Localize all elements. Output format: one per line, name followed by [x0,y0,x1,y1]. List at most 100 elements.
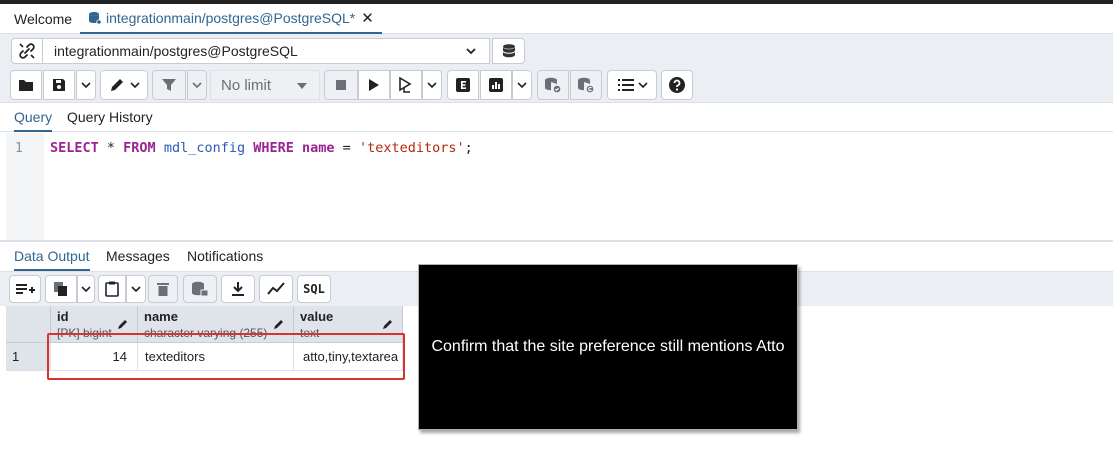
download-icon [232,282,244,296]
chevron-down-icon [129,82,140,89]
folder-icon [19,80,33,91]
chevron-down-icon [81,286,91,293]
view-sql-button[interactable]: SQL [297,275,331,303]
tab-welcome-label: Welcome [14,11,73,27]
row-number[interactable]: 1 [6,343,51,371]
commit-icon [545,77,561,93]
column-name: id [57,309,69,324]
chevron-down-icon [637,82,648,89]
delete-row-button[interactable] [148,275,178,303]
chevron-down-icon [192,82,202,89]
sql-star: * [98,140,124,156]
sql-keyword: WHERE [253,140,294,156]
tab-notifications[interactable]: Notifications [187,248,263,264]
help-icon [669,77,685,93]
sql-operator: = [334,140,359,156]
add-row-icon [16,284,35,294]
edit-menu-button[interactable] [100,70,148,100]
analyze-icon [489,78,503,92]
explain-options-dropdown[interactable] [512,70,532,100]
tab-query[interactable]: Query [14,109,53,132]
play-icon [369,79,379,91]
pencil-icon [382,317,394,333]
link-icon [19,43,35,59]
help-button[interactable] [661,70,693,100]
tab-query-tool-label: integrationmain/postgres@PostgreSQL* [106,10,356,26]
tab-query-history[interactable]: Query History [67,109,153,125]
database-icon [502,44,515,58]
save-data-button[interactable] [183,275,217,303]
line-chart-icon [267,282,285,295]
sql-column-name: name [302,140,335,156]
explain-analyze-button[interactable] [480,70,512,100]
trash-icon [157,283,169,296]
column-name: name [144,309,178,324]
chevron-down-icon [465,44,477,61]
execute-button[interactable] [358,70,390,100]
tab-strip: Welcome integrationmain/postgres@Postgre… [0,4,1113,34]
pencil-icon [117,317,129,333]
tab-query-tool[interactable]: integrationmain/postgres@PostgreSQL* ✕ [80,4,382,34]
line-number: 1 [15,141,23,156]
clipboard-icon [105,281,119,297]
execute-options-dropdown[interactable] [422,70,442,100]
chevron-down-icon [131,286,141,293]
rollback-icon [578,77,594,93]
editor-gutter: 1 [6,133,44,240]
close-icon[interactable]: ✕ [361,9,374,27]
sql-keyword: SELECT [50,140,99,156]
new-connection-button[interactable] [492,38,525,64]
sql-button-label: SQL [303,282,325,296]
commit-button[interactable] [537,70,569,100]
instruction-text: Confirm that the site preference still m… [431,338,785,355]
row-limit-value: No limit [221,76,272,94]
sql-keyword: FROM [123,140,156,156]
pencil-icon [110,79,123,91]
caret-down-icon [297,83,307,89]
pencil-icon [273,317,285,333]
paste-button[interactable] [98,275,126,303]
filter-options-dropdown[interactable] [187,70,207,100]
connection-select[interactable]: integrationmain/postgres@PostgreSQL [42,38,490,64]
query-panel-tabs: Query Query History [0,104,1113,132]
sql-table-name: mdl_config [163,140,246,156]
database-icon [88,11,102,25]
row-limit-select[interactable]: No limit [210,70,320,100]
query-toolbar: No limit [0,68,1113,103]
sql-code-line[interactable]: SELECT * FROM mdl_config WHERE name = 't… [50,140,473,156]
save-options-dropdown[interactable] [76,70,96,100]
tab-welcome[interactable]: Welcome [14,4,72,34]
explain-button[interactable] [447,70,479,100]
filter-button[interactable] [152,70,186,100]
chevron-down-icon [81,82,91,89]
column-name: value [300,309,334,324]
open-file-button[interactable] [10,70,42,100]
connection-bar: integrationmain/postgres@PostgreSQL [0,34,1113,68]
connection-select-value: integrationmain/postgres@PostgreSQL [54,43,298,59]
chevron-down-icon [517,82,527,89]
copy-options-dropdown[interactable] [77,275,95,303]
execute-script-button[interactable] [390,70,422,100]
macros-button[interactable] [607,70,657,100]
save-icon [53,79,65,91]
tab-messages[interactable]: Messages [106,248,170,264]
graph-visualiser-button[interactable] [259,275,293,303]
save-data-icon [192,281,209,297]
row-header-corner[interactable] [6,306,51,343]
tab-data-output[interactable]: Data Output [14,248,90,271]
download-button[interactable] [221,275,255,303]
copy-button[interactable] [45,275,77,303]
paste-options-dropdown[interactable] [126,275,146,303]
add-row-button[interactable] [9,275,41,303]
rollback-button[interactable] [570,70,602,100]
filter-icon [162,79,176,91]
stop-icon [336,80,346,90]
chevron-down-icon [427,82,437,89]
sql-string: 'texteditors' [358,140,465,156]
sql-editor[interactable]: 1 SELECT * FROM mdl_config WHERE name = … [6,133,1113,240]
stop-button[interactable] [324,70,358,100]
instruction-overlay: Confirm that the site preference still m… [418,264,798,430]
explain-icon [456,78,470,92]
connection-status-button[interactable] [11,38,43,64]
save-file-button[interactable] [43,70,75,100]
